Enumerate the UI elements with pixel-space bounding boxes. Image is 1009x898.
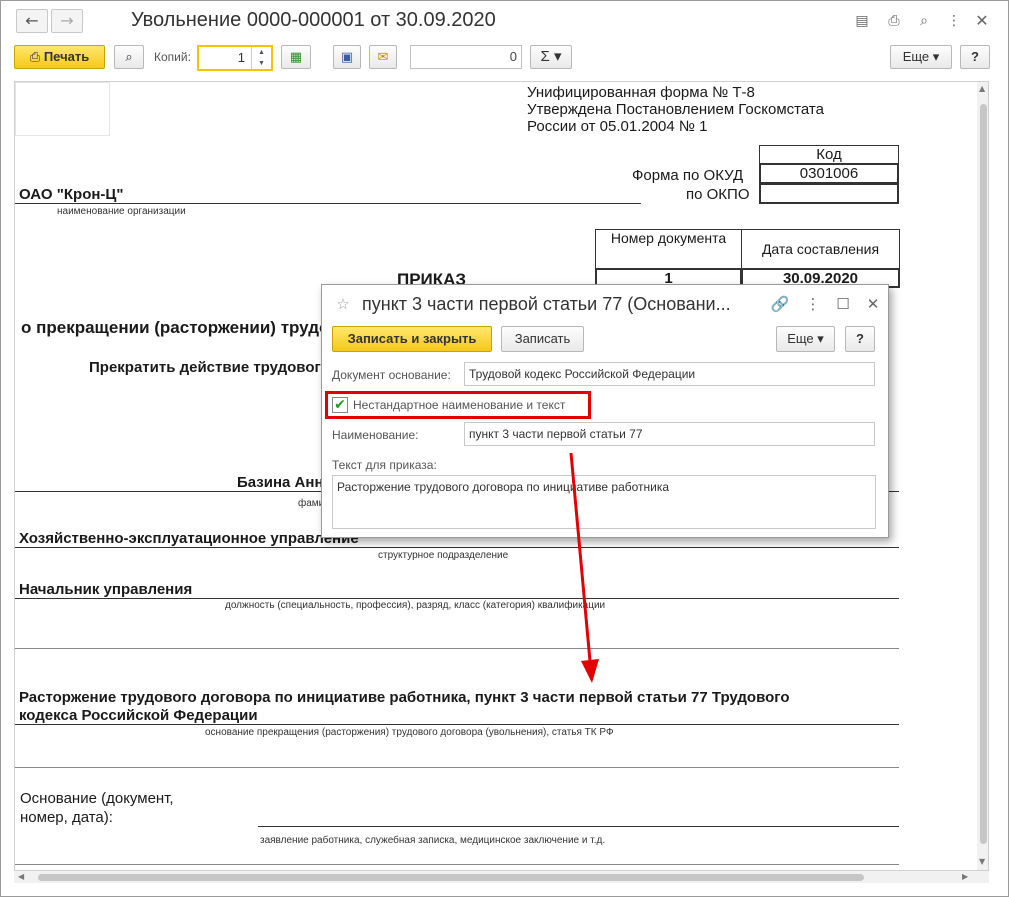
main-window: ← → Увольнение 0000-000001 от 30.09.2020… (0, 0, 1009, 897)
arrow-shaft (569, 452, 592, 662)
annotation-arrow (569, 452, 599, 683)
arrow-head (581, 659, 599, 683)
